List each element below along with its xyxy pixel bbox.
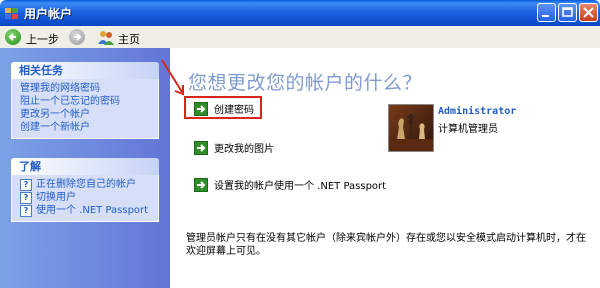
learn-panel: 了解 ? 正在删除您自己的帐户 ? 切换用户 ? 使用一个 .NET Passp…: [11, 158, 159, 222]
page-heading: 您想更改您的帐户的什么？: [188, 72, 423, 94]
close-button[interactable]: [579, 3, 598, 22]
green-arrow-icon: [194, 101, 208, 116]
account-name: Administrator: [438, 106, 517, 117]
link-delete-own-account[interactable]: 正在删除您自己的帐户: [36, 178, 136, 191]
related-tasks-header: 相关任务: [11, 62, 159, 79]
link-use-net-passport[interactable]: 使用一个 .NET Passport: [36, 204, 148, 217]
home-label[interactable]: 主页: [118, 31, 140, 47]
related-tasks-panel: 相关任务 管理我的网络密码 阻止一个已忘记的密码 更改另一个帐户 创建一个新帐户: [11, 62, 159, 139]
list-item[interactable]: ? 使用一个 .NET Passport: [20, 204, 152, 217]
sidebar: 相关任务 管理我的网络密码 阻止一个已忘记的密码 更改另一个帐户 创建一个新帐户…: [0, 48, 170, 288]
task-label[interactable]: 更改我的图片: [214, 140, 274, 155]
user-accounts-icon: [5, 8, 18, 19]
task-label[interactable]: 设置我的帐户使用一个 .NET Passport: [214, 177, 386, 192]
back-label[interactable]: 上一步: [26, 31, 59, 47]
link-change-another-account[interactable]: 更改另一个帐户: [20, 108, 152, 121]
task-setup-passport[interactable]: 设置我的帐户使用一个 .NET Passport: [194, 177, 386, 192]
maximize-icon: [562, 7, 573, 17]
related-tasks-list: 管理我的网络密码 阻止一个已忘记的密码 更改另一个帐户 创建一个新帐户: [11, 79, 159, 139]
link-switch-users[interactable]: 切换用户: [36, 191, 76, 204]
users-icon[interactable]: [97, 29, 115, 45]
task-create-password[interactable]: 创建密码: [194, 101, 254, 116]
green-arrow-icon: [194, 140, 208, 155]
list-item[interactable]: ? 切换用户: [20, 191, 152, 204]
list-item[interactable]: ? 正在删除您自己的帐户: [20, 178, 152, 191]
forward-button[interactable]: [69, 29, 85, 45]
back-button[interactable]: [5, 29, 21, 45]
account-role: 计算机管理员: [438, 124, 498, 135]
link-manage-network-passwords[interactable]: 管理我的网络密码: [20, 82, 152, 95]
learn-list: ? 正在删除您自己的帐户 ? 切换用户 ? 使用一个 .NET Passport: [11, 175, 159, 222]
green-arrow-icon: [194, 177, 208, 192]
maximize-button[interactable]: [558, 3, 577, 22]
chess-pieces-icon: [389, 114, 433, 151]
help-icon: ?: [20, 204, 32, 217]
minimize-button[interactable]: [537, 3, 556, 22]
link-create-new-account[interactable]: 创建一个新帐户: [20, 121, 152, 134]
close-icon: [583, 7, 594, 18]
learn-header: 了解: [11, 158, 159, 175]
info-notice: 管理员帐户只有在没有其它帐户（除来宾帐户外）存在或您以安全模式启动计算机时，才在…: [186, 233, 586, 257]
help-icon: ?: [20, 178, 32, 191]
annotation-arrow-icon: [161, 59, 184, 96]
forward-arrow-icon: [74, 33, 82, 41]
main-content: 您想更改您的帐户的什么？ 创建密码 更改我的图片 设置我的帐户使用一个 .NET…: [170, 48, 600, 288]
minimize-icon: [542, 15, 549, 17]
help-icon: ?: [20, 191, 32, 204]
window-title: 用户帐户: [24, 7, 73, 21]
avatar: [388, 104, 434, 152]
link-prevent-forgotten-password[interactable]: 阻止一个已忘记的密码: [20, 95, 152, 108]
title-bar: 用户帐户: [0, 0, 600, 26]
task-label[interactable]: 创建密码: [214, 101, 254, 116]
task-change-picture[interactable]: 更改我的图片: [194, 140, 274, 155]
toolbar: 上一步 主页: [0, 26, 600, 49]
back-arrow-icon: [8, 33, 16, 41]
